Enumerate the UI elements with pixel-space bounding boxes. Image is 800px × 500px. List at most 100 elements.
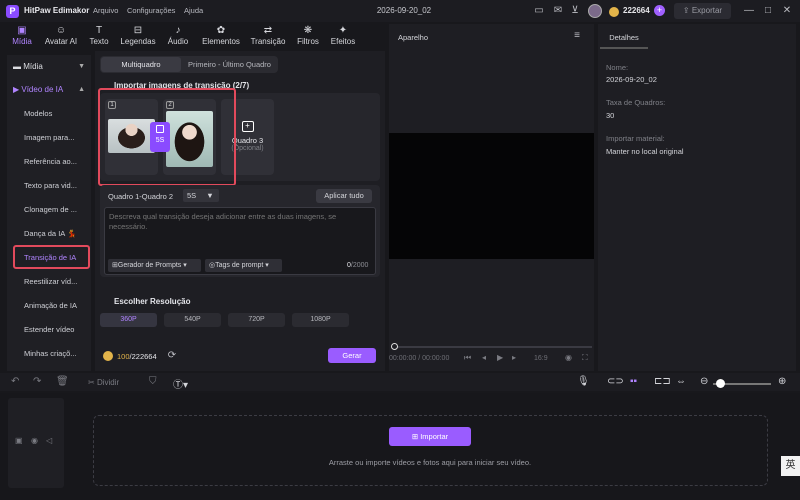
apply-all-button[interactable]: Aplicar tudo: [316, 189, 372, 203]
menu-icon[interactable]: ≡: [571, 30, 583, 42]
zoom-slider-handle[interactable]: [716, 379, 725, 388]
cost-used: 100: [117, 352, 130, 361]
track-mode-icon[interactable]: ▪▪: [630, 376, 637, 387]
track-save-icon[interactable]: ▣: [15, 436, 23, 445]
zoom-out-icon[interactable]: ⊖: [700, 376, 708, 387]
fit-icon[interactable]: ⇔: [676, 376, 686, 387]
zoom-in-icon[interactable]: ⊕: [778, 376, 786, 387]
next-frame-icon[interactable]: ▸: [512, 353, 516, 362]
tab-elementos[interactable]: ✿ Elementos: [196, 24, 246, 50]
avatar-icon: ☺: [55, 25, 67, 36]
redo-icon[interactable]: ↷: [33, 376, 41, 387]
name-label: Nome:: [606, 63, 629, 72]
tab-label: Mídia: [12, 37, 32, 46]
close-icon[interactable]: ✕: [781, 5, 793, 17]
sidebar-item-imagem-para[interactable]: Imagem para...: [24, 133, 84, 142]
tab-transicao[interactable]: ⇄ Transição: [246, 24, 290, 50]
resolution-360p[interactable]: 360P: [100, 313, 157, 327]
snapshot-icon[interactable]: ◉: [565, 353, 572, 362]
tab-detalhes[interactable]: Detalhes: [600, 27, 648, 49]
feedback-icon[interactable]: ▭: [533, 5, 545, 17]
sidebar-section-label: Vídeo de IA: [21, 85, 64, 94]
tab-legendas[interactable]: ⊟ Legendas: [116, 24, 160, 50]
play-icon[interactable]: ▶: [497, 353, 503, 362]
tab-label: Elementos: [202, 37, 240, 46]
duration-select[interactable]: 5S ▼: [183, 189, 219, 202]
sidebar-section-label: Mídia: [23, 62, 43, 71]
add-credits-button[interactable]: +: [654, 5, 665, 16]
resolution-1080p[interactable]: 1080P: [292, 313, 349, 327]
subtitles-icon: ⊟: [133, 25, 143, 36]
text-tool-icon[interactable]: Ⓣ▾: [173, 376, 188, 391]
sidebar-item-minhas-criacoes[interactable]: Minhas criaçõ...: [24, 349, 84, 358]
coin-icon: [103, 351, 113, 361]
tab-filtros[interactable]: ❋ Filtros: [290, 24, 326, 50]
sidebar-section-video-ia[interactable]: ▶ Vídeo de IA ▲: [10, 82, 89, 98]
sidebar-item-clonagem[interactable]: Clonagem de ...: [24, 205, 84, 214]
sidebar-item-modelos[interactable]: Modelos: [24, 109, 84, 118]
split-label: Dividir: [96, 378, 120, 387]
import-button[interactable]: ⊞ Importar: [389, 427, 471, 446]
menu-configuracoes[interactable]: Configurações: [127, 6, 175, 15]
sidebar-item-reestilizar[interactable]: Reestilizar víd...: [24, 277, 84, 286]
tab-midia[interactable]: ▣ Mídia: [3, 24, 41, 50]
undo-icon[interactable]: ↶: [11, 376, 19, 387]
mode-primeiro-ultimo[interactable]: Primeiro - Último Quadro: [182, 57, 277, 72]
credits-count: 222664: [623, 6, 650, 15]
tab-label: Avatar AI: [44, 37, 78, 46]
preview-timecode: 00:00:00 / 00:00:00: [389, 355, 450, 362]
sidebar-item-danca-ia[interactable]: Dança da IA 💃: [24, 229, 84, 238]
resolution-540p[interactable]: 540P: [164, 313, 221, 327]
split-button[interactable]: ✂ Dividir: [88, 378, 119, 387]
skip-back-icon[interactable]: ⏮: [464, 353, 471, 363]
track-audio-icon[interactable]: ◁: [46, 436, 52, 445]
split-track-icon[interactable]: ⊏⊐: [654, 376, 671, 387]
app-title: HitPaw Edimakor: [24, 6, 90, 15]
preview-scrubber[interactable]: [394, 346, 592, 348]
sidebar-item-transicao-ia[interactable]: Transição de IA: [24, 253, 84, 262]
menu-arquivo[interactable]: Arquivo: [93, 6, 118, 15]
track-visibility-icon[interactable]: ◉: [31, 436, 38, 445]
timeline-drop-zone[interactable]: [93, 415, 768, 486]
menu-ajuda[interactable]: Ajuda: [184, 6, 203, 15]
coin-icon: [609, 7, 619, 17]
microphone-icon[interactable]: 🎙: [577, 376, 590, 387]
prev-frame-icon[interactable]: ◂: [482, 353, 486, 362]
duration-select-value: 5S: [187, 191, 197, 200]
delete-icon[interactable]: 🗑: [56, 376, 69, 387]
char-counter: 0/2000: [347, 262, 368, 269]
prompt-tags-button[interactable]: ◎Tags de prompt ▾: [205, 259, 282, 272]
generate-button[interactable]: Gerar: [328, 348, 376, 363]
minimize-icon[interactable]: —: [743, 5, 755, 17]
effects-icon: ✦: [338, 25, 348, 36]
resolution-720p[interactable]: 720P: [228, 313, 285, 327]
prompt-generator-label: Gerador de Prompts: [117, 262, 182, 269]
scrubber-handle[interactable]: [391, 343, 398, 350]
tab-audio[interactable]: ♪ Áudio: [160, 24, 196, 50]
message-icon[interactable]: ✉: [552, 5, 564, 17]
sidebar-section-midia[interactable]: ▬ Mídia ▼: [10, 59, 89, 75]
mode-multiquadro[interactable]: Multiquadro: [101, 57, 181, 72]
sidebar-item-texto-para-video[interactable]: Texto para vid...: [24, 181, 84, 190]
sidebar-item-animacao-ia[interactable]: Animação de IA: [24, 301, 84, 310]
export-button[interactable]: ⇪ Exportar: [674, 3, 731, 19]
shield-icon[interactable]: ⛉: [149, 376, 157, 387]
tab-label: Efeitos: [330, 37, 356, 46]
chevron-down-icon: ▼: [78, 63, 85, 70]
aspect-ratio[interactable]: 16:9: [534, 355, 548, 362]
maximize-icon[interactable]: □: [762, 5, 774, 17]
sidebar-item-referencia[interactable]: Referência ao...: [24, 157, 84, 166]
fullscreen-icon[interactable]: ⛶: [582, 353, 588, 363]
prompt-generator-button[interactable]: ⊞Gerador de Prompts ▾: [108, 259, 201, 272]
sidebar-item-estender-video[interactable]: Estender vídeo: [24, 325, 84, 334]
preview-screen: [389, 133, 594, 259]
avatar[interactable]: [588, 4, 602, 18]
audio-icon: ♪: [175, 25, 181, 36]
fps-value: 30: [606, 111, 615, 120]
tab-texto[interactable]: T Texto: [82, 24, 116, 50]
download-icon[interactable]: ⊻: [569, 5, 581, 17]
tab-efeitos[interactable]: ✦ Efeitos: [326, 24, 360, 50]
tab-avatar-ai[interactable]: ☺ Avatar AI: [40, 24, 82, 50]
refresh-icon[interactable]: ⟳: [166, 350, 178, 362]
link-icon[interactable]: ⊂⊃: [607, 376, 624, 387]
